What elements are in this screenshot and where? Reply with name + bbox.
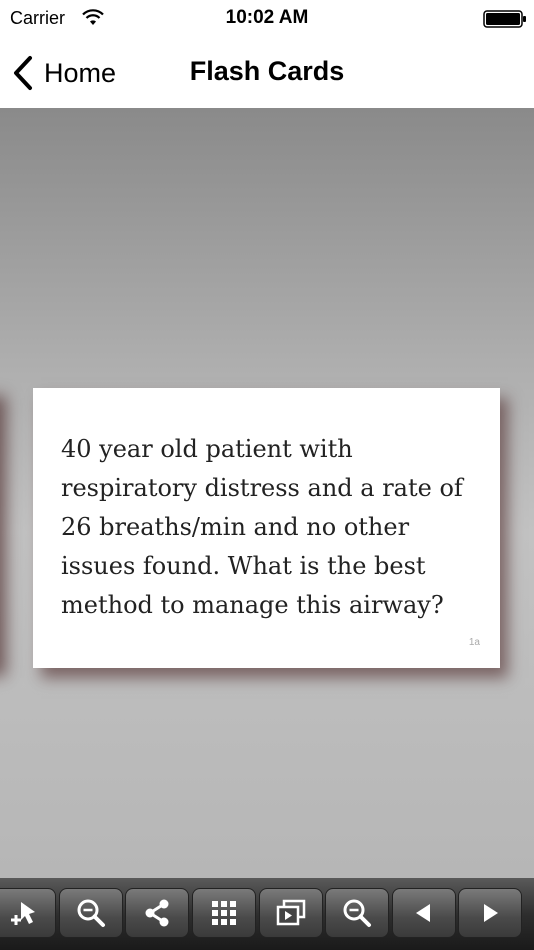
slideshow-button[interactable] <box>259 888 323 938</box>
grid-icon <box>212 901 236 925</box>
status-bar: Carrier 10:02 AM <box>0 0 534 38</box>
previous-icon <box>416 904 430 922</box>
flash-card[interactable]: 40 year old patient with respiratory dis… <box>33 388 500 668</box>
next-icon <box>484 904 498 922</box>
zoom-out-icon <box>343 899 371 927</box>
add-bookmark-icon <box>11 902 35 925</box>
share-button[interactable] <box>125 888 189 938</box>
page-title: Flash Cards <box>189 56 345 86</box>
next-button[interactable] <box>458 888 522 938</box>
status-time: 10:02 AM <box>225 7 309 28</box>
add-bookmark-button[interactable] <box>0 888 56 938</box>
card-viewer[interactable]: 40 year old patient with respiratory dis… <box>0 108 534 878</box>
share-icon <box>145 899 169 927</box>
navigation-bar: Home Flash Cards <box>0 38 534 108</box>
card-id: 1a <box>468 637 480 648</box>
zoom-in-button[interactable] <box>59 888 123 938</box>
previous-button[interactable] <box>392 888 456 938</box>
zoom-in-icon <box>77 899 105 927</box>
card-question: 40 year old patient with respiratory dis… <box>61 435 463 619</box>
slideshow-icon <box>276 899 306 926</box>
bottom-toolbar <box>0 878 534 950</box>
grid-button[interactable] <box>192 888 256 938</box>
zoom-out-button[interactable] <box>325 888 389 938</box>
battery-icon <box>483 10 526 28</box>
